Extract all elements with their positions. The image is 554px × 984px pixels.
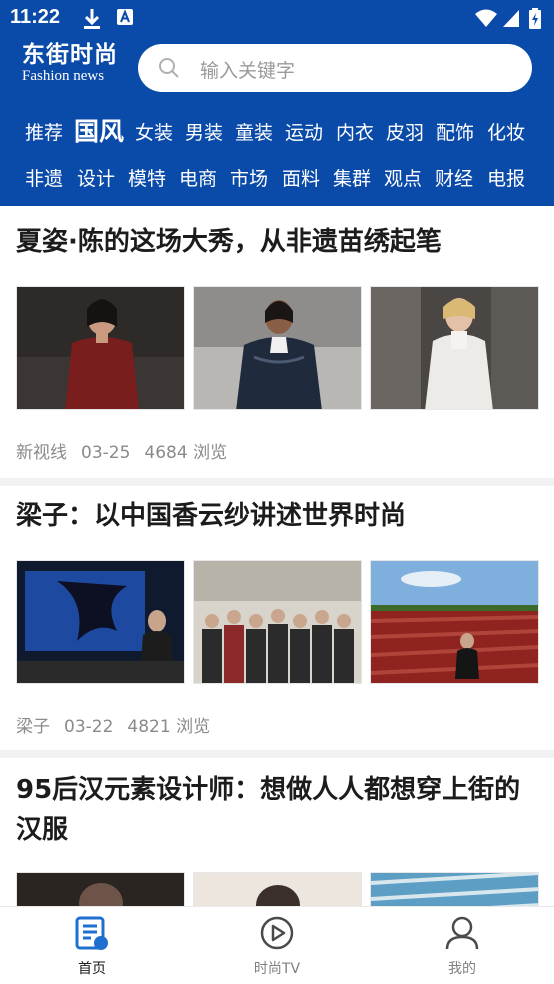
app-header: 11:22 东街时尚 Fashion news 输入关键字 推荐 国风 女装 男…: [0, 0, 554, 206]
article-title[interactable]: 夏姿·陈的这场大秀，从非遗苗绣起笔: [16, 222, 530, 262]
article-title[interactable]: 95后汉元素设计师：想做人人都想穿上街的汉服: [16, 770, 530, 850]
battery-icon: [528, 8, 542, 34]
article-thumbnail[interactable]: [193, 560, 362, 684]
article-views: 4684 浏览: [144, 443, 228, 463]
search-icon: [158, 57, 180, 83]
nav-home[interactable]: 首页: [32, 907, 152, 984]
article-thumbnail[interactable]: [370, 872, 539, 906]
category-tab-active[interactable]: 国风: [74, 112, 124, 148]
download-icon: [82, 8, 102, 34]
nav-label-fashion-tv: 时尚TV: [253, 961, 301, 977]
category-tab[interactable]: 化妆: [487, 118, 525, 145]
article-thumbnail[interactable]: [370, 560, 539, 684]
nav-fashion-tv[interactable]: 时尚TV: [217, 907, 337, 984]
category-tab[interactable]: 设计: [77, 164, 115, 191]
article-title[interactable]: 梁子：以中国香云纱讲述世界时尚: [16, 496, 530, 536]
article-meta: 新视线 03-25 4684 浏览: [16, 438, 241, 463]
category-tab[interactable]: 模特: [128, 164, 166, 191]
category-tab[interactable]: 集群: [333, 164, 371, 191]
article-meta: 梁子 03-22 4821 浏览: [16, 712, 224, 737]
user-icon: [444, 915, 480, 951]
category-tab[interactable]: 非遗: [25, 164, 63, 191]
brand-name-cn: 东街时尚: [22, 41, 118, 68]
category-tab[interactable]: 女装: [135, 118, 173, 145]
news-doc-icon: [74, 915, 110, 951]
wifi-icon: [474, 8, 498, 32]
search-placeholder: 输入关键字: [200, 60, 296, 82]
article-card[interactable]: 夏姿·陈的这场大秀，从非遗苗绣起笔 新视线 03-25 4684 浏览: [0, 206, 554, 478]
category-tab[interactable]: 面料: [282, 164, 320, 191]
article-date: 03-22: [64, 717, 114, 737]
category-tab[interactable]: 电报: [487, 164, 525, 191]
category-tab[interactable]: 电商: [179, 164, 217, 191]
article-thumbnail[interactable]: [193, 286, 362, 410]
status-bar: 11:22: [0, 0, 554, 36]
article-thumbnail[interactable]: [193, 872, 362, 906]
cell-signal-icon: [502, 8, 520, 32]
nav-label-home: 首页: [78, 961, 106, 977]
search-box[interactable]: 输入关键字: [138, 44, 532, 92]
font-a-icon: [116, 8, 134, 30]
brand-name-en: Fashion news: [22, 68, 105, 84]
brand-logo[interactable]: 东街时尚 Fashion news: [22, 42, 132, 90]
category-tab[interactable]: 市场: [230, 164, 268, 191]
category-tab[interactable]: 观点: [384, 164, 422, 191]
category-row-1: 推荐 国风 女装 男装 童装 运动 内衣 皮羽 配饰 化妆: [0, 112, 554, 148]
category-tab[interactable]: 运动: [285, 118, 323, 145]
category-tab[interactable]: 童装: [235, 118, 273, 145]
category-tab[interactable]: 财经: [435, 164, 473, 191]
bottom-navigation: 首页 时尚TV 我的: [0, 906, 554, 984]
status-time: 11:22: [10, 6, 61, 28]
category-tab[interactable]: 内衣: [336, 118, 374, 145]
nav-mine[interactable]: 我的: [402, 907, 522, 984]
category-tab[interactable]: 配饰: [436, 118, 474, 145]
category-row-2: 非遗 设计 模特 电商 市场 面料 集群 观点 财经 电报: [0, 158, 554, 194]
article-thumbnail[interactable]: [16, 560, 185, 684]
category-tab[interactable]: 皮羽: [386, 118, 424, 145]
article-thumbnail[interactable]: [16, 872, 185, 906]
article-date: 03-25: [81, 443, 131, 463]
article-source: 梁子: [16, 717, 50, 737]
article-thumbnail[interactable]: [16, 286, 185, 410]
article-source: 新视线: [16, 443, 67, 463]
article-thumbnail[interactable]: [370, 286, 539, 410]
nav-label-mine: 我的: [448, 961, 476, 977]
article-card[interactable]: 梁子：以中国香云纱讲述世界时尚 梁子 03-22 4821 浏览: [0, 486, 554, 750]
play-circle-icon: [259, 915, 295, 951]
article-views: 4821 浏览: [127, 717, 211, 737]
article-card[interactable]: 95后汉元素设计师：想做人人都想穿上街的汉服: [0, 758, 554, 906]
news-feed[interactable]: 夏姿·陈的这场大秀，从非遗苗绣起笔 新视线 03-25 4684 浏览 梁子：以…: [0, 206, 554, 906]
category-tab[interactable]: 推荐: [25, 118, 63, 145]
category-tab[interactable]: 男装: [185, 118, 223, 145]
